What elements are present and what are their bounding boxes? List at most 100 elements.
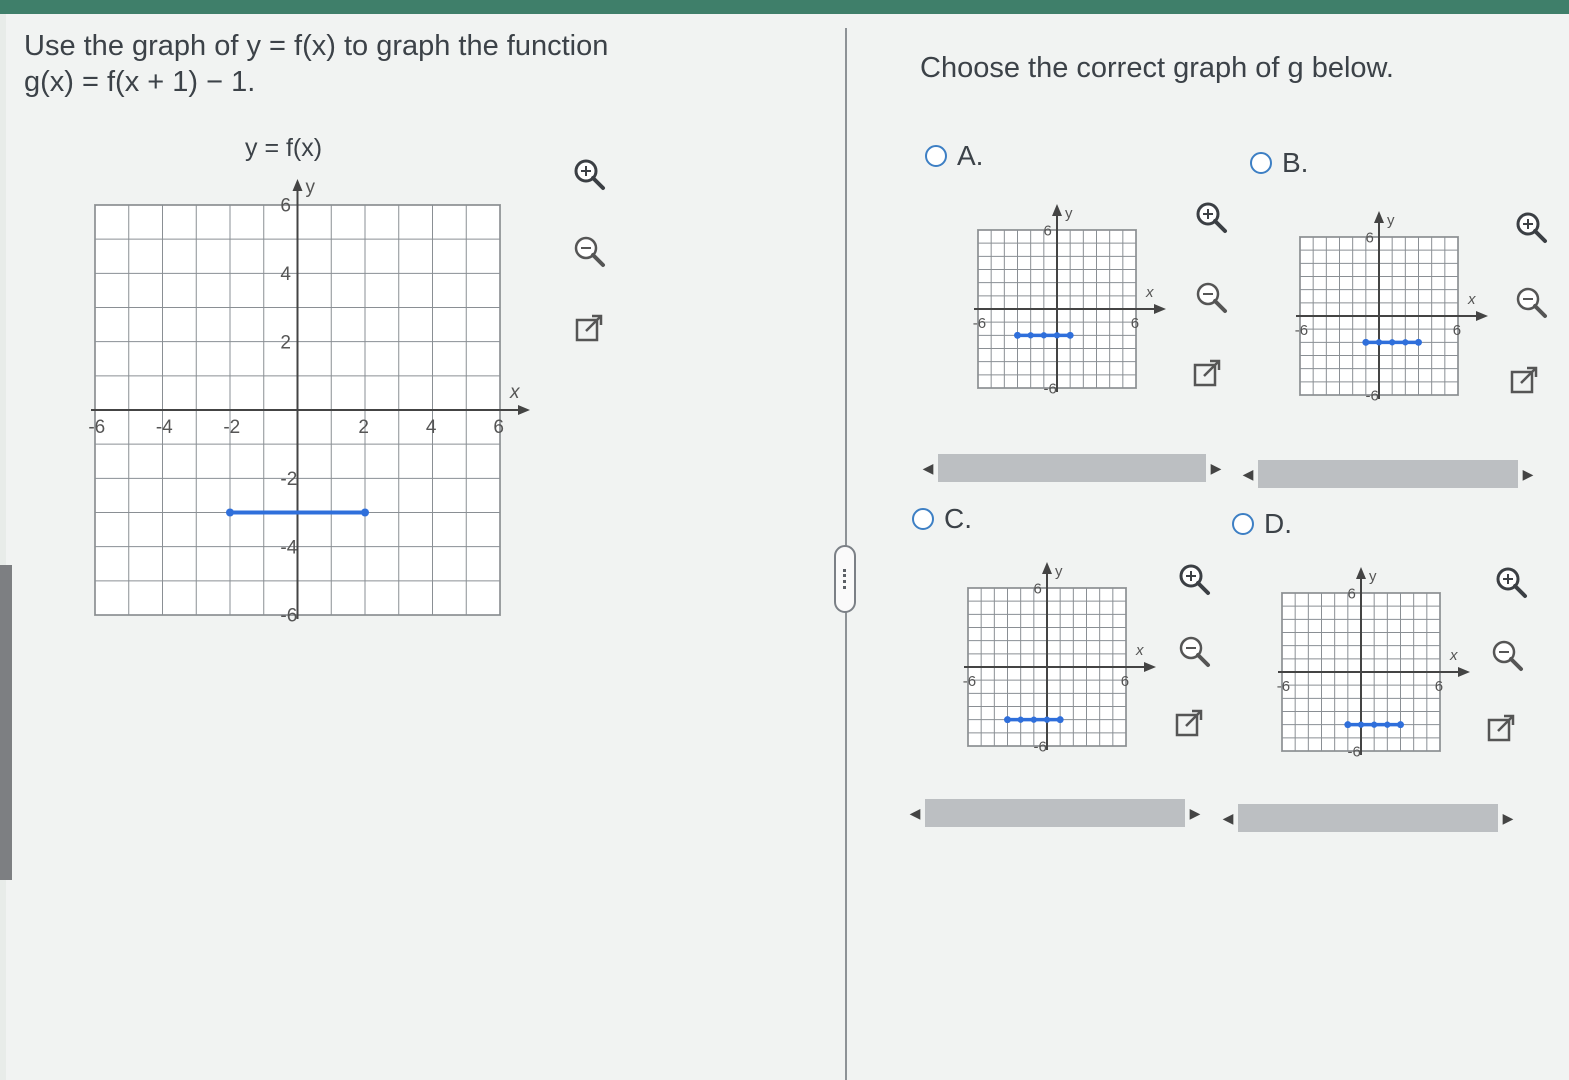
option-d-zoom-out-button[interactable] [1488,636,1526,674]
scroll-thumb[interactable] [938,454,1206,482]
option-c-zoom-in-button[interactable] [1175,560,1213,598]
option-b-popout-button[interactable] [1505,362,1543,400]
x-axis-label: x [509,382,521,403]
segment-mid-point [1053,332,1061,339]
y-tick-label: 6 [1034,580,1042,597]
x-axis-arrow [518,405,530,415]
popout-icon [1193,359,1221,387]
zoom-out-button[interactable] [570,232,608,270]
option-d-radio[interactable] [1232,513,1254,535]
question-text: Use the graph of y = f(x) to graph the f… [24,28,644,100]
option-a-graph: x y -6 6 6 -6 [973,204,1166,397]
scroll-left-arrow[interactable]: ◀ [1218,810,1238,827]
x-tick-label: 2 [358,417,369,438]
segment-mid-point [1389,339,1396,346]
option-c[interactable]: C. [912,503,972,535]
segment-start-point [226,508,234,517]
scroll-left-arrow[interactable]: ◀ [1238,466,1258,483]
answer-prompt: Choose the correct graph of g below. [920,52,1394,84]
segment-mid-point [1375,339,1383,346]
main-graph: x y -6 -4 -2 2 4 6 6 4 2 -2 -4 -6 [88,177,530,627]
zoom-out-icon [1492,640,1523,671]
y-tick-label: -6 [280,606,297,627]
option-a-zoom-out-button[interactable] [1192,278,1230,316]
option-a-scrollbar[interactable]: ◀ ▶ [918,452,1226,484]
y-axis-arrow [1042,562,1052,574]
y-tick-label: -2 [280,469,297,490]
option-b-zoom-out-button[interactable] [1512,283,1550,321]
segment-mid-point [1040,332,1047,339]
scroll-left-arrow[interactable]: ◀ [918,460,938,477]
popout-icon [1487,714,1515,742]
x-tick-label: -6 [963,673,976,690]
option-b-graph: x y -6 6 6 -6 [1295,211,1488,404]
y-tick-label: 6 [1366,229,1374,246]
popout-icon [1175,709,1203,737]
option-b-scrollbar[interactable]: ◀ ▶ [1238,458,1538,490]
zoom-in-button[interactable] [570,155,608,193]
option-b-radio[interactable] [1250,152,1272,174]
question-line-1: Use the graph of y = f(x) to graph the f… [24,30,609,62]
scroll-thumb[interactable] [1258,460,1518,488]
option-a-zoom-in-button[interactable] [1192,198,1230,236]
scroll-right-arrow[interactable]: ▶ [1518,466,1538,483]
question-line-2: g(x) = f(x + 1) − 1. [24,66,256,98]
divider-drag-handle[interactable] [834,545,856,613]
segment-mid-point [1357,721,1365,728]
segment-start-point [1344,721,1352,729]
option-c-radio[interactable] [912,508,934,530]
scroll-right-arrow[interactable]: ▶ [1206,460,1226,477]
popout-icon [575,314,603,342]
segment-end-point [1397,721,1404,729]
option-b[interactable]: B. [1250,147,1308,179]
zoom-in-icon [574,159,605,190]
option-c-popout-button[interactable] [1170,705,1208,743]
x-tick-label: -6 [1277,678,1290,695]
option-a-popout-button[interactable] [1188,355,1226,393]
option-b-zoom-in-button[interactable] [1512,208,1550,246]
option-d-popout-button[interactable] [1482,710,1520,748]
segment-mid-point [1384,721,1391,728]
y-axis-label: y [1055,563,1063,580]
y-axis-label: y [1369,568,1377,585]
y-axis-arrow [1052,204,1062,216]
option-d-scrollbar[interactable]: ◀ ▶ [1218,802,1518,834]
y-tick-label: 6 [1044,222,1052,239]
scroll-thumb[interactable] [1238,804,1498,832]
segment-start-point [1004,716,1011,724]
segment-mid-point [1043,716,1051,723]
x-axis-arrow [1154,304,1166,314]
scroll-right-arrow[interactable]: ▶ [1185,805,1205,822]
zoom-in-icon [1196,202,1227,233]
x-axis-arrow [1476,311,1488,321]
popout-button[interactable] [570,310,608,348]
option-d-zoom-in-button[interactable] [1492,563,1530,601]
popout-icon [1510,366,1538,394]
option-c-scrollbar[interactable]: ◀ ▶ [905,797,1205,829]
y-tick-label: -6 [1366,387,1379,404]
y-axis-arrow [1374,211,1384,223]
segment-mid-point [1371,721,1378,728]
x-tick-label: 6 [1121,673,1129,690]
y-tick-label: -6 [1044,380,1057,397]
x-tick-label: 6 [1453,322,1461,339]
scroll-thumb[interactable] [925,799,1185,827]
y-tick-label: -6 [1034,738,1047,755]
x-tick-label: 6 [1131,315,1139,332]
option-d[interactable]: D. [1232,508,1292,540]
segment-mid-point [1030,716,1037,723]
y-axis-arrow [1356,567,1366,579]
option-a[interactable]: A. [925,140,983,172]
x-axis-arrow [1458,667,1470,677]
y-axis-label: y [306,177,316,198]
x-tick-label: -4 [156,417,173,438]
zoom-in-icon [1516,212,1547,243]
option-a-radio[interactable] [925,145,947,167]
scroll-right-arrow[interactable]: ▶ [1498,810,1518,827]
option-c-zoom-out-button[interactable] [1175,632,1213,670]
scroll-left-arrow[interactable]: ◀ [905,805,925,822]
zoom-out-icon [574,236,605,267]
segment-start-point [1362,338,1370,346]
x-axis-label: x [1467,291,1476,308]
segment-mid-point [1402,339,1409,346]
